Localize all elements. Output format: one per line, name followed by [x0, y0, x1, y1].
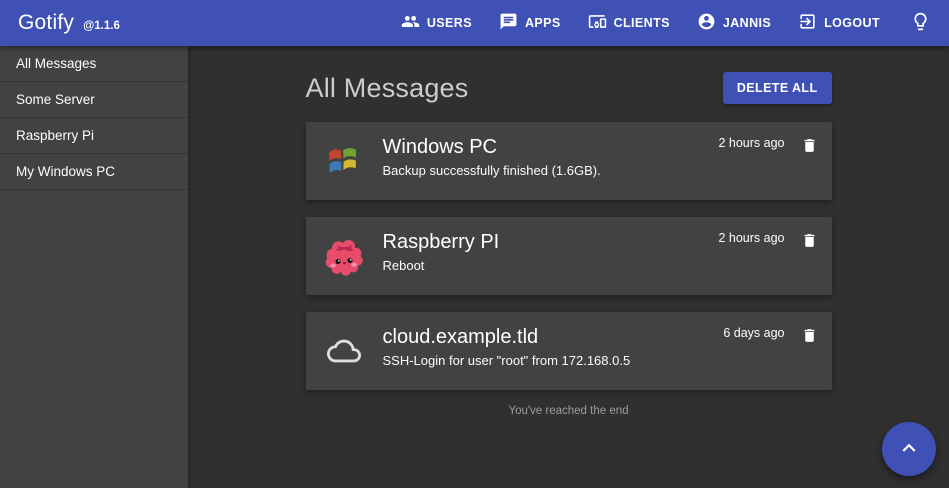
lightbulb-icon: [910, 11, 931, 35]
brand[interactable]: Gotify @1.1.6: [18, 11, 120, 35]
message-timestamp: 2 hours ago: [718, 231, 784, 245]
message-title: Raspberry PI: [383, 230, 719, 254]
message-timestamp: 2 hours ago: [718, 136, 784, 150]
message-card: cloud.example.tld SSH-Login for user "ro…: [306, 312, 832, 390]
message-title: Windows PC: [383, 135, 719, 159]
message-text: Windows PC Backup successfully finished …: [383, 122, 719, 179]
sidebar-item-label: All Messages: [16, 56, 96, 71]
sidebar: All Messages Some Server Raspberry Pi My…: [0, 46, 188, 488]
nav-user-jannis[interactable]: JANNIS: [697, 12, 771, 34]
message-title: cloud.example.tld: [383, 325, 724, 349]
message-body: Backup successfully finished (1.6GB).: [383, 163, 719, 179]
message-text: cloud.example.tld SSH-Login for user "ro…: [383, 312, 724, 369]
devices-icon: [588, 12, 607, 34]
nav-apps-label: APPS: [525, 16, 561, 30]
brand-version: @1.1.6: [83, 20, 120, 32]
delete-message-button[interactable]: [801, 136, 818, 158]
delete-message-button[interactable]: [801, 231, 818, 253]
message-card: Raspberry PI Reboot 2 hours ago: [306, 217, 832, 295]
appbar: Gotify @1.1.6 USERS APPS CLIENTS JANNIS …: [0, 0, 949, 46]
message-body: Reboot: [383, 258, 719, 274]
message-body: SSH-Login for user "root" from 172.168.0…: [383, 353, 724, 369]
end-of-list-text: You've reached the end: [306, 405, 832, 417]
trash-icon: [801, 238, 818, 253]
cloud-icon: [322, 329, 366, 373]
appbar-nav: USERS APPS CLIENTS JANNIS LOGOUT: [401, 12, 880, 34]
trash-icon: [801, 143, 818, 158]
raspberry-logo: [322, 234, 366, 278]
page-title: All Messages: [306, 73, 469, 104]
delete-message-button[interactable]: [801, 326, 818, 348]
nav-users[interactable]: USERS: [401, 12, 472, 34]
nav-users-label: USERS: [427, 16, 472, 30]
delete-all-button[interactable]: DELETE ALL: [723, 72, 832, 104]
scroll-to-top-button[interactable]: [882, 422, 936, 476]
chevron-up-icon: [896, 435, 922, 464]
sidebar-item-my-windows-pc[interactable]: My Windows PC: [0, 154, 188, 190]
account-circle-icon: [697, 12, 716, 34]
nav-user-label: JANNIS: [723, 16, 771, 30]
theme-toggle-button[interactable]: [910, 11, 931, 35]
message-card: Windows PC Backup successfully finished …: [306, 122, 832, 200]
brand-name: Gotify: [18, 11, 74, 35]
trash-icon: [801, 333, 818, 348]
windows-logo: [322, 139, 366, 183]
users-icon: [401, 12, 420, 34]
nav-clients-label: CLIENTS: [614, 16, 670, 30]
message-text: Raspberry PI Reboot: [383, 217, 719, 274]
sidebar-item-all-messages[interactable]: All Messages: [0, 46, 188, 82]
nav-apps[interactable]: APPS: [499, 12, 561, 34]
nav-clients[interactable]: CLIENTS: [588, 12, 670, 34]
sidebar-item-raspberry-pi[interactable]: Raspberry Pi: [0, 118, 188, 154]
sidebar-item-label: My Windows PC: [16, 164, 115, 179]
logout-icon: [798, 12, 817, 34]
content-header: All Messages DELETE ALL: [306, 72, 832, 104]
nav-logout[interactable]: LOGOUT: [798, 12, 880, 34]
sidebar-item-some-server[interactable]: Some Server: [0, 82, 188, 118]
sidebar-item-label: Raspberry Pi: [16, 128, 94, 143]
page-layout: All Messages Some Server Raspberry Pi My…: [0, 46, 949, 488]
message-timestamp: 6 days ago: [723, 326, 784, 340]
main-area: All Messages DELETE ALL Windows PC Backu…: [188, 46, 949, 488]
sidebar-item-label: Some Server: [16, 92, 95, 107]
chat-icon: [499, 12, 518, 34]
nav-logout-label: LOGOUT: [824, 16, 880, 30]
